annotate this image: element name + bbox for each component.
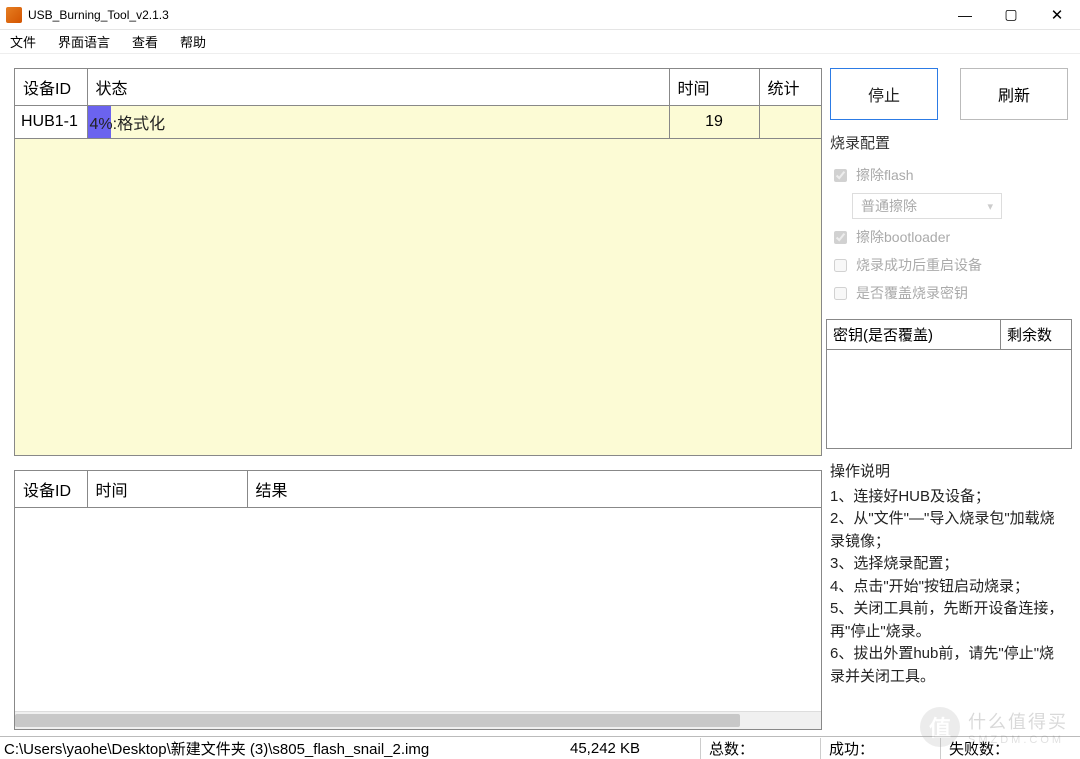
watermark-icon: 值: [920, 707, 960, 747]
window-title: USB_Burning_Tool_v2.1.3: [28, 8, 942, 22]
result-table-panel: 设备ID 时间 结果: [14, 470, 822, 730]
overwrite-key-row: 是否覆盖烧录密钥: [830, 283, 1068, 303]
cell-device-id: HUB1-1: [15, 106, 87, 139]
device-table: 设备ID 状态 时间 统计 HUB1-1 4%:格式化 19: [15, 69, 821, 139]
instructions: 操作说明 1、连接好HUB及设备； 2、从"文件"—"导入烧录包"加载烧录镜像；…: [826, 461, 1072, 688]
erase-flash-row: 擦除flash: [830, 165, 1068, 185]
watermark-line1: 什么值得买: [968, 708, 1068, 734]
maximize-button[interactable]: ▢: [988, 0, 1034, 30]
status-size: 45,242 KB: [570, 740, 700, 757]
menu-view[interactable]: 查看: [128, 30, 162, 53]
reboot-label: 烧录成功后重启设备: [856, 255, 982, 275]
th-time[interactable]: 时间: [669, 69, 759, 106]
main-area: 设备ID 状态 时间 统计 HUB1-1 4%:格式化 19: [0, 54, 1080, 734]
erase-bootloader-row: 擦除bootloader: [830, 227, 1068, 247]
erase-mode-value: 普通擦除: [861, 196, 917, 216]
menubar: 文件 界面语言 查看 帮助: [0, 30, 1080, 54]
overwrite-key-label: 是否覆盖烧录密钥: [856, 283, 968, 303]
config-title: 烧录配置: [826, 132, 1072, 153]
inst-step-6: 6、拔出外置hub前，请先"停止"烧录并关闭工具。: [830, 643, 1068, 688]
left-pane: 设备ID 状态 时间 统计 HUB1-1 4%:格式化 19: [14, 68, 822, 730]
key-table-empty: [827, 350, 1071, 448]
close-button[interactable]: ✕: [1034, 0, 1080, 30]
horizontal-scrollbar[interactable]: [15, 711, 821, 729]
right-pane: 停止 刷新 烧录配置 擦除flash 普通擦除 擦除bootloader 烧录成…: [826, 68, 1076, 730]
status-total: 总数：: [700, 738, 820, 759]
menu-help[interactable]: 帮助: [176, 30, 210, 53]
burn-config: 擦除flash 普通擦除 擦除bootloader 烧录成功后重启设备 是否覆盖…: [826, 165, 1072, 303]
inst-step-2: 2、从"文件"—"导入烧录包"加载烧录镜像；: [830, 508, 1068, 553]
instructions-title: 操作说明: [830, 461, 1068, 484]
scrollbar-thumb[interactable]: [15, 714, 740, 727]
result-table: 设备ID 时间 结果: [15, 471, 821, 508]
cell-stat: [759, 106, 821, 139]
erase-flash-checkbox[interactable]: [834, 169, 847, 182]
th-result-time[interactable]: 时间: [87, 471, 247, 508]
th-status[interactable]: 状态: [87, 69, 669, 106]
table-row[interactable]: HUB1-1 4%:格式化 19: [15, 106, 821, 139]
inst-step-4: 4、点击"开始"按钮启动烧录；: [830, 576, 1068, 599]
th-result[interactable]: 结果: [247, 471, 821, 508]
th-device-id[interactable]: 设备ID: [15, 69, 87, 106]
erase-bootloader-checkbox[interactable]: [834, 231, 847, 244]
watermark: 值 什么值得买 SMZDM.COM: [920, 707, 1068, 747]
th-key[interactable]: 密钥(是否覆盖): [827, 320, 1001, 350]
key-table: 密钥(是否覆盖) 剩余数: [826, 319, 1072, 449]
inst-step-1: 1、连接好HUB及设备；: [830, 486, 1068, 509]
erase-flash-label: 擦除flash: [856, 165, 914, 185]
inst-step-3: 3、选择烧录配置；: [830, 553, 1068, 576]
reboot-row: 烧录成功后重启设备: [830, 255, 1068, 275]
watermark-line2: SMZDM.COM: [968, 734, 1068, 746]
inst-step-5: 5、关闭工具前，先断开设备连接，再"停止"烧录。: [830, 598, 1068, 643]
stop-button[interactable]: 停止: [830, 68, 938, 120]
device-table-panel: 设备ID 状态 时间 统计 HUB1-1 4%:格式化 19: [14, 68, 822, 456]
result-table-empty-area: [15, 508, 821, 711]
erase-mode-select[interactable]: 普通擦除: [852, 193, 1002, 219]
titlebar: USB_Burning_Tool_v2.1.3 — ▢ ✕: [0, 0, 1080, 30]
app-icon: [6, 7, 22, 23]
menu-language[interactable]: 界面语言: [54, 30, 114, 53]
overwrite-key-checkbox[interactable]: [834, 287, 847, 300]
th-result-id[interactable]: 设备ID: [15, 471, 87, 508]
menu-file[interactable]: 文件: [6, 30, 40, 53]
erase-bootloader-label: 擦除bootloader: [856, 227, 950, 247]
action-buttons: 停止 刷新: [826, 68, 1072, 120]
cell-time: 19: [669, 106, 759, 139]
status-path: C:\Users\yaohe\Desktop\新建文件夹 (3)\s805_fl…: [0, 738, 570, 759]
cell-status: 4%:格式化: [87, 106, 669, 139]
status-text: 4%:格式化: [88, 110, 663, 134]
status-bar: C:\Users\yaohe\Desktop\新建文件夹 (3)\s805_fl…: [0, 736, 1080, 759]
device-table-empty-area: [15, 139, 821, 455]
minimize-button[interactable]: —: [942, 0, 988, 30]
th-stat[interactable]: 统计: [759, 69, 821, 106]
reboot-checkbox[interactable]: [834, 259, 847, 272]
th-remain[interactable]: 剩余数: [1001, 320, 1071, 350]
refresh-button[interactable]: 刷新: [960, 68, 1068, 120]
